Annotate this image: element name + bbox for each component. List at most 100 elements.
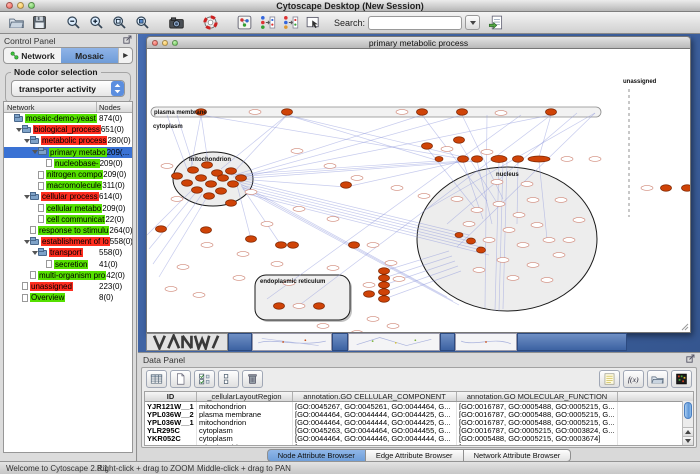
- app-titlebar[interactable]: Cytoscape Desktop (New Session): [0, 0, 700, 12]
- folder-icon: [30, 138, 39, 144]
- disclosure-triangle-icon[interactable]: [15, 128, 22, 132]
- new-attribute-button[interactable]: [170, 370, 191, 388]
- layout-run-button[interactable]: [280, 13, 301, 32]
- minimize-network-icon[interactable]: [162, 40, 168, 46]
- data-panel: Data Panel f(x) ID _cellularLayoutRegion…: [138, 352, 700, 462]
- tree-row[interactable]: nitrogen compo209(0): [4, 169, 132, 180]
- tree-row[interactable]: transport558(0): [4, 247, 132, 258]
- background-window-fragment[interactable]: [332, 333, 348, 351]
- delete-attribute-button[interactable]: [242, 370, 263, 388]
- tree-row[interactable]: cellular metabo209(0): [4, 203, 132, 214]
- zoom-network-icon[interactable]: [172, 40, 178, 46]
- column-header-molecular-function[interactable]: annotation.GO MOLECULAR_FUNCTION: [457, 392, 618, 401]
- gene-label: [165, 287, 177, 292]
- vizmapper-button[interactable]: [234, 13, 255, 32]
- node-color-dropdown[interactable]: transporter activity: [11, 80, 125, 97]
- help-button[interactable]: [200, 13, 221, 32]
- select-mode-button[interactable]: [303, 13, 324, 32]
- attribute-table-row[interactable]: YLR295Ccytoplasm[GO:0045263, GO:0044464,…: [145, 427, 693, 435]
- column-header-id[interactable]: ID: [145, 392, 197, 401]
- background-window-fragment[interactable]: [517, 333, 627, 351]
- tree-column-nodes[interactable]: Nodes: [97, 103, 132, 112]
- close-network-icon[interactable]: [152, 40, 158, 46]
- import-attributes-button[interactable]: [647, 370, 668, 388]
- column-header-cellular-component[interactable]: annotation.GO CELLULAR_COMPONENT: [293, 392, 457, 401]
- tree-row[interactable]: secretion41(0): [4, 258, 132, 269]
- disclosure-triangle-icon[interactable]: [23, 240, 30, 244]
- tree-row[interactable]: Overview8(0): [4, 292, 132, 303]
- tree-row[interactable]: biological_process651(0): [4, 124, 132, 135]
- file-icon: [30, 226, 36, 234]
- tab-mosaic[interactable]: Mosaic: [61, 48, 118, 63]
- tree-row[interactable]: mosaic-demo-yeast874(0): [4, 113, 132, 124]
- gene-label: [391, 186, 403, 191]
- attribute-editor-button[interactable]: [599, 370, 620, 388]
- tree-row[interactable]: multi-organism pro42(0): [4, 270, 132, 281]
- tree-column-network[interactable]: Network: [4, 102, 97, 112]
- search-input[interactable]: [368, 16, 462, 30]
- attribute-table-row[interactable]: YPL036W__1mitochondrion[GO:0044464, GO:0…: [145, 418, 693, 426]
- tab-network[interactable]: Network: [4, 48, 61, 63]
- tree-row[interactable]: response to stimulu264(0): [4, 225, 132, 236]
- help-icon: [202, 14, 219, 31]
- table-vertical-scrollbar[interactable]: [682, 401, 693, 445]
- attribute-table-row[interactable]: YDR039C__1mitochondrion[GO:0044464, GO:0…: [145, 443, 693, 446]
- scroll-down-button[interactable]: [683, 436, 693, 445]
- unselect-attributes-button[interactable]: [218, 370, 239, 388]
- attribute-table-row[interactable]: YKR052Ccytoplasm[GO:0044464, GO:0044446,…: [145, 435, 693, 443]
- background-window-fragment[interactable]: [252, 333, 332, 351]
- zoom-selected-button[interactable]: [132, 13, 153, 32]
- background-window-fragment[interactable]: [228, 333, 252, 351]
- tree-row[interactable]: unassigned223(0): [4, 281, 132, 292]
- background-window-fragment[interactable]: [455, 333, 517, 351]
- attribute-browser: f(x) ID _cellularLayoutRegion annotation…: [141, 367, 697, 448]
- attribute-table-button[interactable]: [146, 370, 167, 388]
- float-data-panel-icon[interactable]: [686, 354, 695, 365]
- tab-overflow-button[interactable]: ▶: [118, 48, 132, 63]
- tree-row[interactable]: metabolic process280(0): [4, 135, 132, 146]
- network-window-titlebar[interactable]: primary metabolic process: [146, 36, 691, 49]
- scroll-up-button[interactable]: [683, 427, 693, 436]
- zoom-window-icon[interactable]: [28, 2, 35, 9]
- gene-label: [553, 253, 565, 258]
- network-canvas[interactable]: plasma membranecytoplasmmitochondrionnuc…: [146, 49, 691, 333]
- zoom-out-button[interactable]: [63, 13, 84, 32]
- column-header-region[interactable]: _cellularLayoutRegion: [197, 392, 293, 401]
- tree-row[interactable]: cellular process614(0): [4, 191, 132, 202]
- background-window-fragment[interactable]: [440, 333, 455, 351]
- snapshot-button[interactable]: [166, 13, 187, 32]
- tree-row[interactable]: establishment of lo558(0): [4, 236, 132, 247]
- tree-row[interactable]: nucleobase-209(0): [4, 158, 132, 169]
- tree-row[interactable]: macromolecule311(0): [4, 180, 132, 191]
- disclosure-triangle-icon[interactable]: [31, 251, 38, 255]
- tree-row[interactable]: cell communicat22(0): [4, 214, 132, 225]
- attribute-table-row[interactable]: YJR121W__1mitochondrion[GO:0045267, GO:0…: [145, 402, 693, 410]
- disclosure-triangle-icon[interactable]: [31, 150, 38, 154]
- attribute-matrix-button[interactable]: [671, 370, 692, 388]
- gene-node: [467, 238, 476, 244]
- search-options-dropdown[interactable]: [465, 15, 480, 30]
- import-table-button[interactable]: [486, 13, 507, 32]
- gene-node: [379, 268, 390, 275]
- gene-label: [327, 266, 339, 271]
- svg-text:mitochondrion: mitochondrion: [189, 157, 231, 163]
- open-folder-button[interactable]: [6, 13, 27, 32]
- tree-row-label: biological_process: [33, 125, 101, 134]
- zoom-in-button[interactable]: [86, 13, 107, 32]
- layout-settings-button[interactable]: [257, 13, 278, 32]
- attribute-table-row[interactable]: YPL036W__2plasma membrane[GO:0044464, GO…: [145, 410, 693, 418]
- disclosure-triangle-icon[interactable]: [23, 139, 30, 143]
- close-window-icon[interactable]: [6, 2, 13, 9]
- zoom-fit-button[interactable]: [109, 13, 130, 32]
- background-window-fragment[interactable]: [348, 333, 440, 351]
- tree-row[interactable]: primary metabo209(...: [4, 147, 132, 158]
- select-attributes-button[interactable]: [194, 370, 215, 388]
- scrollbar-thumb[interactable]: [684, 402, 692, 419]
- disclosure-triangle-icon[interactable]: [23, 195, 30, 199]
- background-window-fragment[interactable]: [146, 333, 228, 351]
- gene-label: [324, 164, 336, 169]
- save-button[interactable]: [29, 13, 50, 32]
- float-panel-icon[interactable]: [123, 35, 132, 46]
- formula-builder-button[interactable]: f(x): [623, 370, 644, 388]
- minimize-window-icon[interactable]: [17, 2, 24, 9]
